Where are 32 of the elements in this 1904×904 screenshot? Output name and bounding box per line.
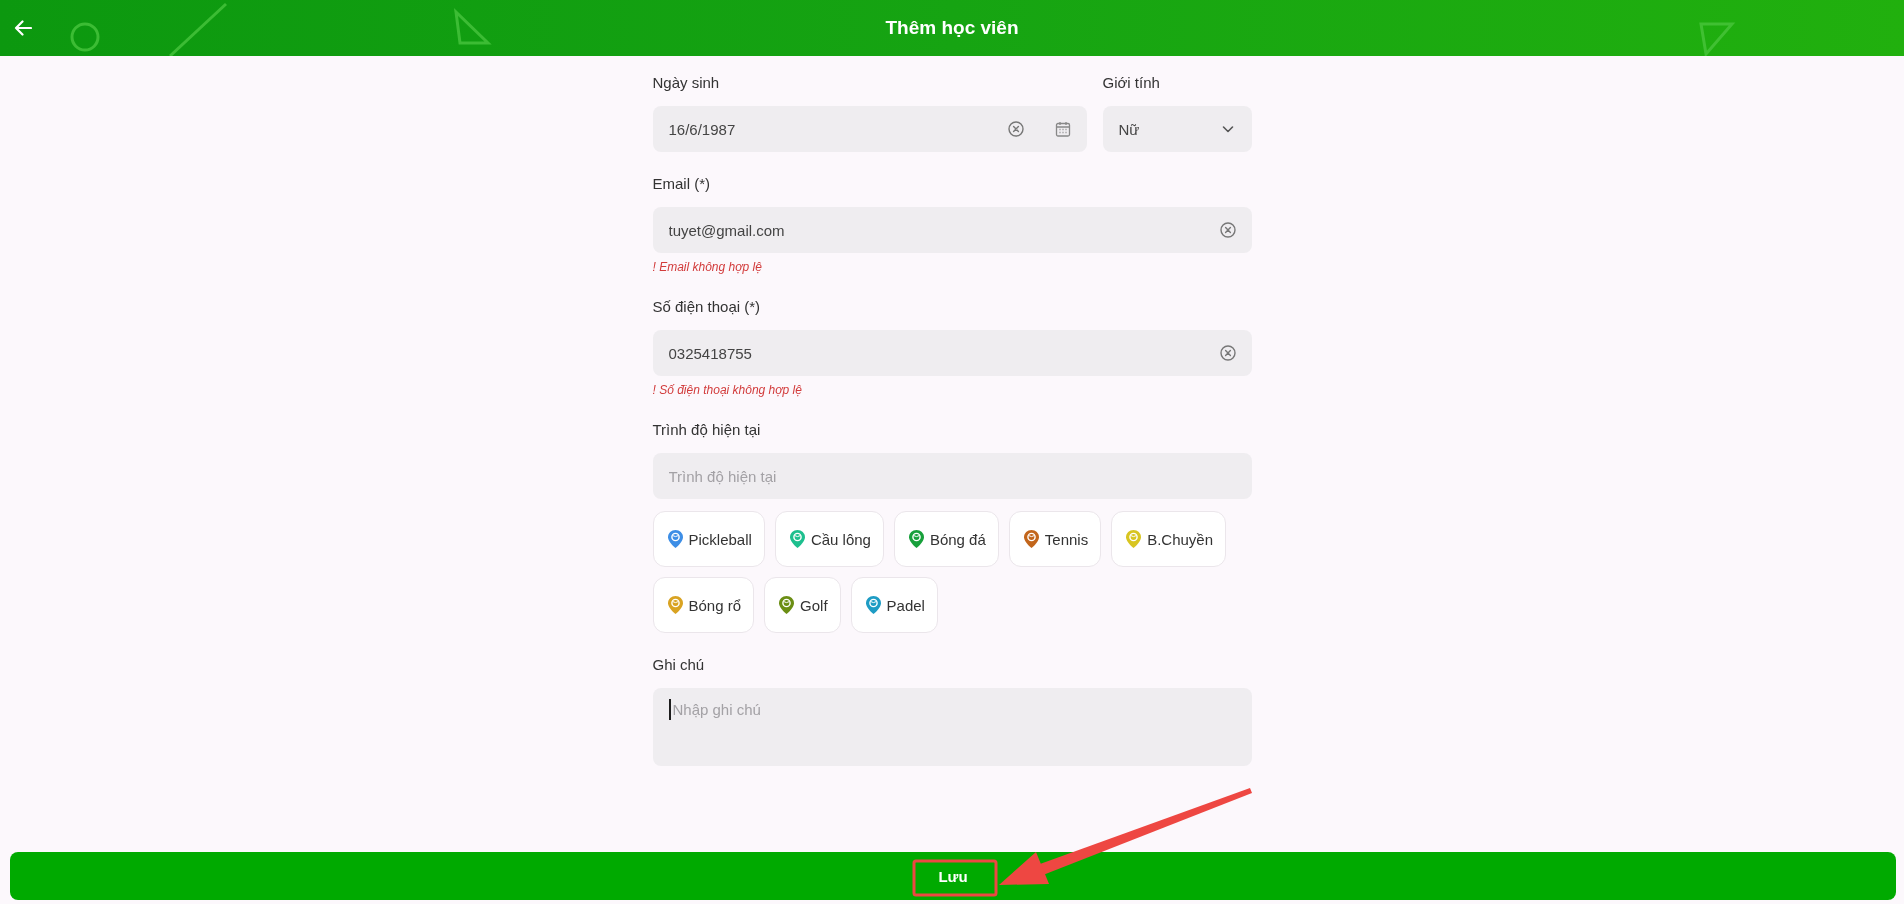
field-label: Trình độ hiện tại xyxy=(652,420,761,440)
header-triangle-decoration xyxy=(1699,22,1736,56)
field-label: Ghi chú xyxy=(652,655,705,675)
skill-level-field[interactable]: Trình độ hiện tại xyxy=(652,453,1252,499)
header-circle-decoration xyxy=(70,22,100,52)
sport-chip[interactable]: Golf xyxy=(764,577,841,633)
page-title: Thêm học viên xyxy=(885,16,1019,40)
phone-field[interactable]: 0325418755 xyxy=(652,330,1252,376)
sport-chip[interactable]: Bóng đá xyxy=(893,511,999,567)
error-message: ! Email không hợp lệ xyxy=(652,259,762,275)
clear-icon[interactable] xyxy=(1007,121,1024,137)
gender-select[interactable]: Nữ xyxy=(1102,106,1252,152)
field-label: Ngày sinh xyxy=(652,73,720,93)
header-line-decoration xyxy=(168,2,228,56)
sport-chip[interactable]: B.Chuyền xyxy=(1111,511,1227,567)
field-label: Giới tính xyxy=(1102,73,1160,93)
sport-chip[interactable]: Tennis xyxy=(1008,511,1102,567)
clear-icon[interactable] xyxy=(1219,345,1236,361)
field-label: Email (*) xyxy=(652,174,710,194)
notes-field[interactable]: Nhập ghi chú xyxy=(652,688,1252,766)
email-field[interactable]: tuyet@gmail.com xyxy=(652,207,1252,253)
sport-chip[interactable]: Pickleball xyxy=(652,511,765,567)
clear-icon[interactable] xyxy=(1219,222,1236,238)
error-message: ! Số điện thoại không hợp lệ xyxy=(652,382,802,398)
header-triangle-decoration xyxy=(453,7,492,45)
field-label: Số điện thoại (*) xyxy=(652,297,761,317)
calendar-icon[interactable] xyxy=(1054,121,1071,137)
sport-chip[interactable]: Padel xyxy=(850,577,938,633)
sport-chip[interactable]: Cầu lông xyxy=(774,511,884,567)
date-field[interactable]: 16/6/1987 xyxy=(652,106,1087,152)
sport-chip[interactable]: Bóng rổ xyxy=(652,577,755,633)
back-arrow-icon[interactable] xyxy=(14,20,32,36)
